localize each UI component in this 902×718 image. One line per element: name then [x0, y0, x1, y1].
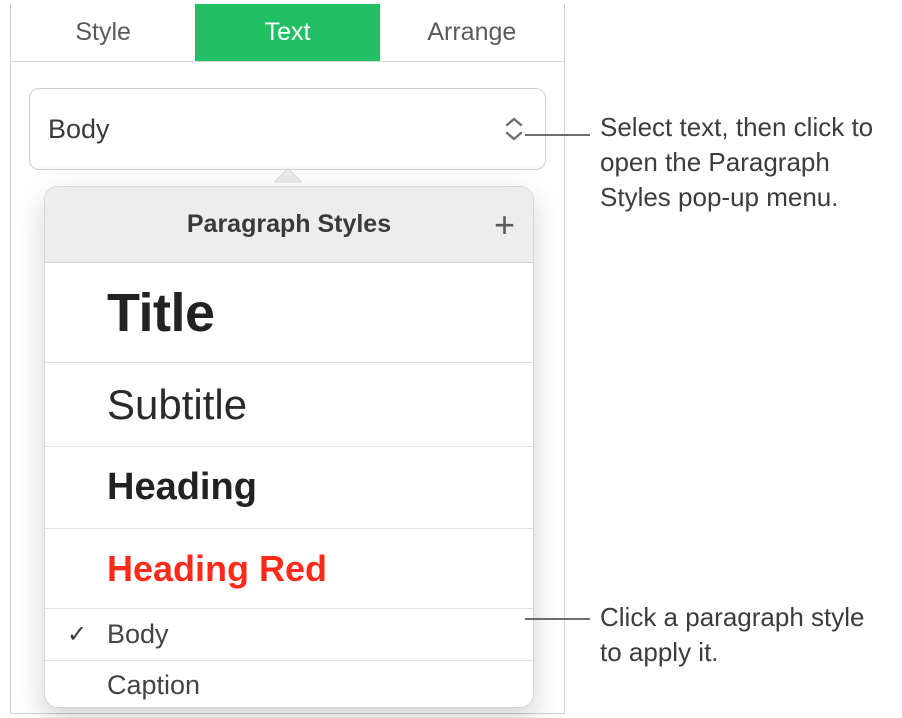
style-label: Title: [107, 282, 215, 344]
style-item-heading[interactable]: Heading: [45, 447, 533, 529]
style-list: Title Subtitle Heading Heading Red ✓ Bod…: [45, 263, 533, 708]
format-tabs: Style Text Arrange: [11, 4, 564, 62]
callout-line: [525, 134, 590, 136]
popover-arrow: [274, 169, 302, 183]
style-item-body[interactable]: ✓ Body: [45, 609, 533, 661]
style-item-heading-red[interactable]: Heading Red: [45, 529, 533, 609]
style-label: Caption: [107, 670, 200, 701]
paragraph-style-current: Body: [48, 114, 110, 145]
paragraph-styles-popover: Paragraph Styles + Title Subtitle Headin…: [44, 186, 534, 708]
chevron-updown-icon: [505, 117, 523, 141]
popover-title: Paragraph Styles: [187, 210, 391, 239]
tab-style[interactable]: Style: [11, 4, 195, 61]
style-item-subtitle[interactable]: Subtitle: [45, 363, 533, 447]
paragraph-style-dropdown[interactable]: Body: [29, 88, 546, 170]
add-style-button[interactable]: +: [494, 207, 515, 243]
format-panel: Style Text Arrange Body Paragraph Styles…: [10, 4, 565, 714]
annotation-dropdown: Select text, then click to open the Para…: [600, 110, 890, 215]
style-label: Heading: [107, 466, 257, 509]
style-item-title[interactable]: Title: [45, 263, 533, 363]
tab-arrange[interactable]: Arrange: [380, 4, 564, 61]
style-label: Body: [107, 619, 169, 650]
callout-line: [525, 618, 590, 620]
tab-text[interactable]: Text: [195, 4, 379, 61]
popover-header: Paragraph Styles +: [45, 187, 533, 263]
style-label: Subtitle: [107, 381, 247, 429]
style-label: Heading Red: [107, 548, 327, 590]
checkmark-icon: ✓: [67, 620, 87, 649]
annotation-list: Click a paragraph style to apply it.: [600, 600, 890, 670]
style-item-caption[interactable]: Caption: [45, 661, 533, 708]
